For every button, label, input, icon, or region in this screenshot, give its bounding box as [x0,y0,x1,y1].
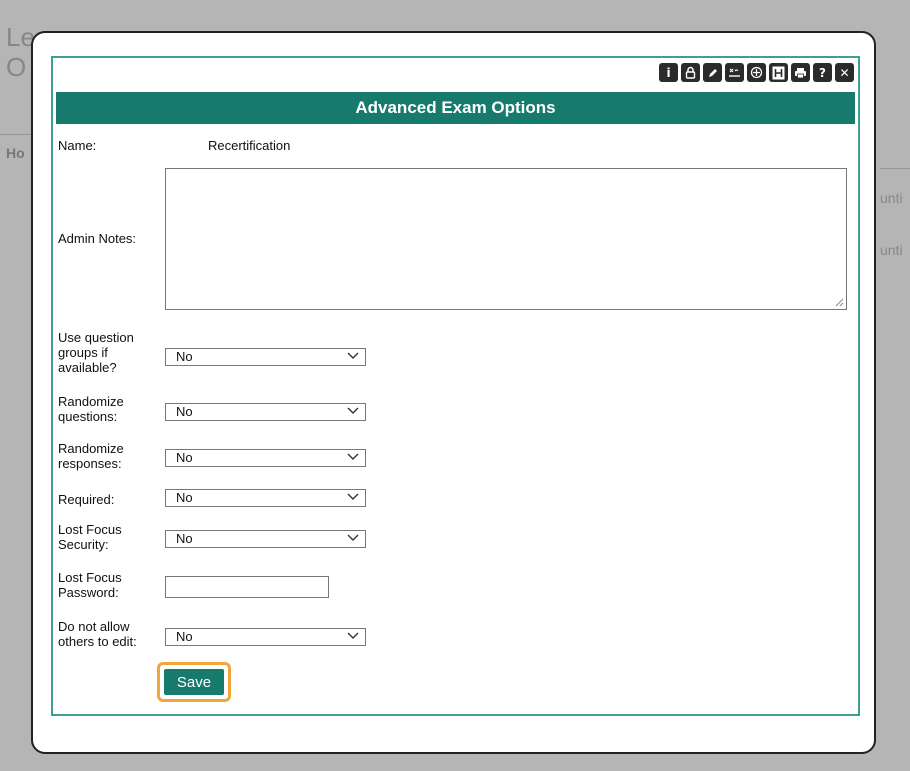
no-edit-label: Do not allow others to edit: [58,619,137,649]
save-button[interactable]: Save [164,669,224,695]
lost-focus-password-label: Lost Focus Password: [58,570,122,600]
close-icon[interactable]: ✕ [835,63,854,82]
save-button-focus-ring: Save [157,662,231,702]
question-groups-label: Use question groups if available? [58,330,134,375]
no-edit-value: No [176,629,193,644]
no-edit-select[interactable]: No [165,628,366,646]
print-icon[interactable] [791,63,810,82]
advanced-exam-options-panel: i ? ✕ Advanced Exam Options Name: Recert… [51,56,860,716]
chevron-down-icon [347,352,359,359]
name-value: Recertification [208,138,291,153]
info-icon[interactable]: i [659,63,678,82]
randomize-responses-label: Randomize responses: [58,441,124,471]
admin-notes-label: Admin Notes: [58,231,137,246]
question-groups-select[interactable]: No [165,348,366,366]
lost-focus-security-label: Lost Focus Security: [58,522,122,552]
randomize-questions-value: No [176,404,193,419]
heading-icon[interactable] [769,63,788,82]
lost-focus-security-value: No [176,531,193,546]
help-icon[interactable]: ? [813,63,832,82]
dialog-toolbar: i ? ✕ [659,63,854,82]
modal-window: i ? ✕ Advanced Exam Options Name: Recert… [31,31,876,754]
question-groups-value: No [176,349,193,364]
lost-focus-security-select[interactable]: No [165,530,366,548]
move-icon[interactable] [747,63,766,82]
chevron-down-icon [347,632,359,639]
resize-grip-icon[interactable] [835,298,844,307]
randomize-questions-select[interactable]: No [165,403,366,421]
dialog-title: Advanced Exam Options [56,92,855,124]
signature-icon[interactable] [725,63,744,82]
chevron-down-icon [347,534,359,541]
chevron-down-icon [347,453,359,460]
name-label: Name: [58,138,97,153]
chevron-down-icon [347,407,359,414]
required-label: Required: [58,492,115,507]
randomize-responses-select[interactable]: No [165,449,366,467]
randomize-questions-label: Randomize questions: [58,394,124,424]
lock-icon[interactable] [681,63,700,82]
required-value: No [176,490,193,505]
edit-icon[interactable] [703,63,722,82]
admin-notes-textarea[interactable] [165,168,847,310]
required-select[interactable]: No [165,489,366,507]
randomize-responses-value: No [176,450,193,465]
lost-focus-password-input[interactable] [165,576,329,598]
chevron-down-icon [347,493,359,500]
